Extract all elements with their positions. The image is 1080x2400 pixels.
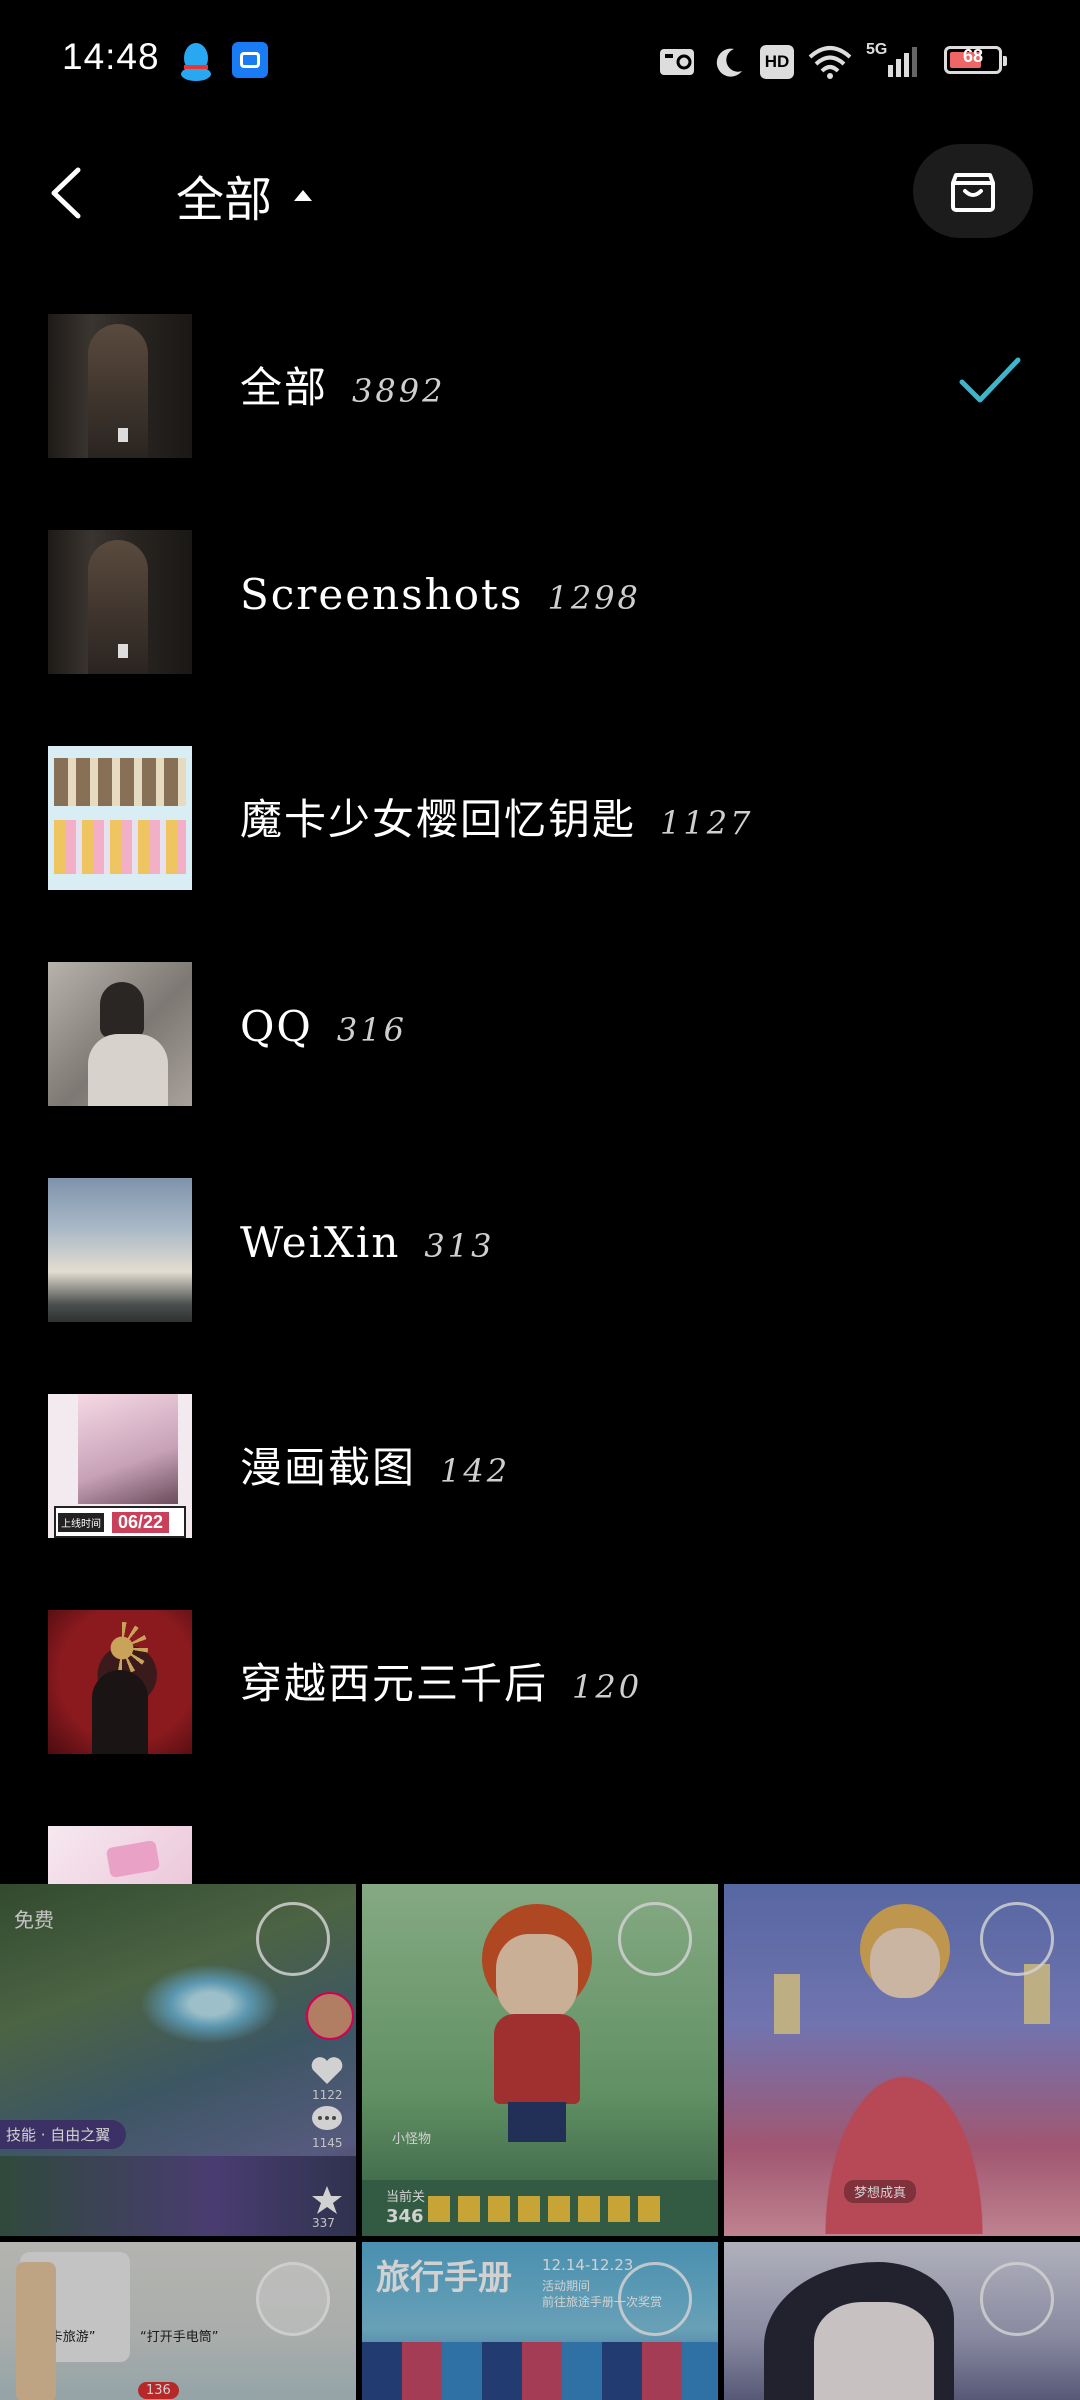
nfc-icon (660, 49, 694, 75)
star-count: 337 (312, 2216, 335, 2230)
select-circle[interactable] (256, 1902, 330, 1976)
select-circle[interactable] (618, 2262, 692, 2336)
album-thumbnail (48, 1826, 192, 1884)
manga-date: 06/22 (112, 1511, 170, 1533)
album-count: 313 (424, 1227, 495, 1265)
app-notification-icon (232, 42, 268, 78)
album-thumbnail: 上线时间 06/22 (48, 1394, 192, 1538)
star-icon (312, 2186, 342, 2214)
album-thumbnail (48, 1178, 192, 1322)
stage-label: 当前关 (386, 2190, 426, 2205)
album-row-cardcaptor[interactable]: 魔卡少女樱回忆钥匙 1127 (0, 732, 1080, 948)
game-free-label: 免费 (14, 1908, 54, 1932)
booklet-title: 旅行手册 (376, 2258, 512, 2298)
album-count: 1298 (547, 579, 641, 617)
photo-thumbnail[interactable]: 旅行手册 12.14-12.23 活动期间 前往旅途手册一次奖赏 (362, 2242, 718, 2400)
album-row-3000[interactable]: 穿越西元三千后 120 (0, 1596, 1080, 1812)
album-row-screenshots[interactable]: Screenshots 1298 (0, 516, 1080, 732)
shopping-bag-icon (951, 173, 995, 212)
album-row-all[interactable]: 全部 3892 (0, 300, 1080, 516)
album-name: 穿越西元三千后 (240, 1659, 549, 1708)
select-circle[interactable] (256, 2262, 330, 2336)
comment-count: 1145 (312, 2136, 343, 2150)
photo-thumbnail[interactable] (724, 2242, 1080, 2400)
battery-level: 68 (962, 46, 984, 66)
like-count: 1122 (312, 2088, 343, 2102)
album-selector[interactable]: 全部 (176, 160, 313, 230)
album-count: 316 (336, 1011, 407, 1049)
album-thumbnail (48, 314, 192, 458)
checkmark-icon (959, 357, 1021, 403)
album-name: Screenshots (240, 570, 524, 619)
album-thumbnail (48, 1610, 192, 1754)
album-count: 142 (440, 1452, 511, 1490)
album-name: 全部 (240, 363, 329, 412)
photo-thumbnail[interactable]: “打卡旅游” “打开手电筒” 136 (0, 2242, 356, 2400)
album-selector-title: 全部 (176, 172, 273, 228)
album-name: 漫画截图 (240, 1443, 417, 1492)
select-circle[interactable] (980, 2262, 1054, 2336)
album-thumbnail (48, 962, 192, 1106)
photo-thumbnail[interactable]: 小怪物 当前关 346 (362, 1884, 718, 2236)
game-skill-tag: 技能 · 自由之翼 (0, 2120, 127, 2149)
back-button[interactable] (40, 158, 100, 228)
album-row-qq[interactable]: QQ 316 (0, 948, 1080, 1164)
manga-label: 上线时间 (58, 1512, 104, 1532)
status-bar: 14:48 HD 5G 68 (0, 0, 1080, 124)
booklet-date: 12.14-12.23 (542, 2256, 634, 2274)
cellular-signal-icon: 5G (866, 41, 918, 79)
album-thumbnail (48, 746, 192, 890)
status-time: 14:48 (62, 36, 160, 77)
album-name: 魔卡少女樱回忆钥匙 (240, 795, 637, 844)
photo-grid: 免费 技能 · 自由之翼 1122 1145 337 小怪物 当前关 346 梦… (0, 1884, 1080, 2400)
hd-icon: HD (760, 45, 794, 79)
select-circle[interactable] (618, 1902, 692, 1976)
shopping-bag-button[interactable] (913, 144, 1033, 238)
album-count: 3892 (352, 372, 446, 410)
album-row-partial[interactable] (0, 1812, 1080, 1884)
album-count: 120 (572, 1668, 643, 1706)
heart-icon (311, 2057, 343, 2084)
album-row-weixin[interactable]: WeiXin 313 (0, 1164, 1080, 1380)
note-badge: 136 (138, 2382, 179, 2399)
do-not-disturb-moon-icon (716, 48, 742, 77)
wifi-icon (808, 46, 852, 79)
photo-thumbnail[interactable]: 梦想成真 (724, 1884, 1080, 2236)
note-b: “打开手电筒” (140, 2330, 219, 2345)
photo-thumbnail[interactable]: 免费 技能 · 自由之翼 1122 1145 337 (0, 1884, 356, 2236)
chevron-left-icon (51, 167, 81, 219)
album-list: 全部 3892 Screenshots 1298 魔卡少女樱回忆钥匙 1127 (0, 300, 1080, 1884)
album-thumbnail (48, 530, 192, 674)
store-label: 小怪物 (392, 2132, 432, 2147)
qq-penguin-icon (181, 43, 211, 81)
battery-icon: 68 (944, 46, 1007, 74)
album-name: QQ (240, 1002, 313, 1051)
album-count: 1127 (660, 804, 754, 842)
poster-caption: 梦想成真 (844, 2180, 917, 2203)
comment-icon (312, 2106, 342, 2130)
stage-number: 346 (386, 2206, 424, 2227)
album-name: WeiXin (240, 1218, 401, 1267)
caret-up-icon (294, 189, 313, 201)
album-row-manga[interactable]: 上线时间 06/22 漫画截图 142 (0, 1380, 1080, 1596)
select-circle[interactable] (980, 1902, 1054, 1976)
